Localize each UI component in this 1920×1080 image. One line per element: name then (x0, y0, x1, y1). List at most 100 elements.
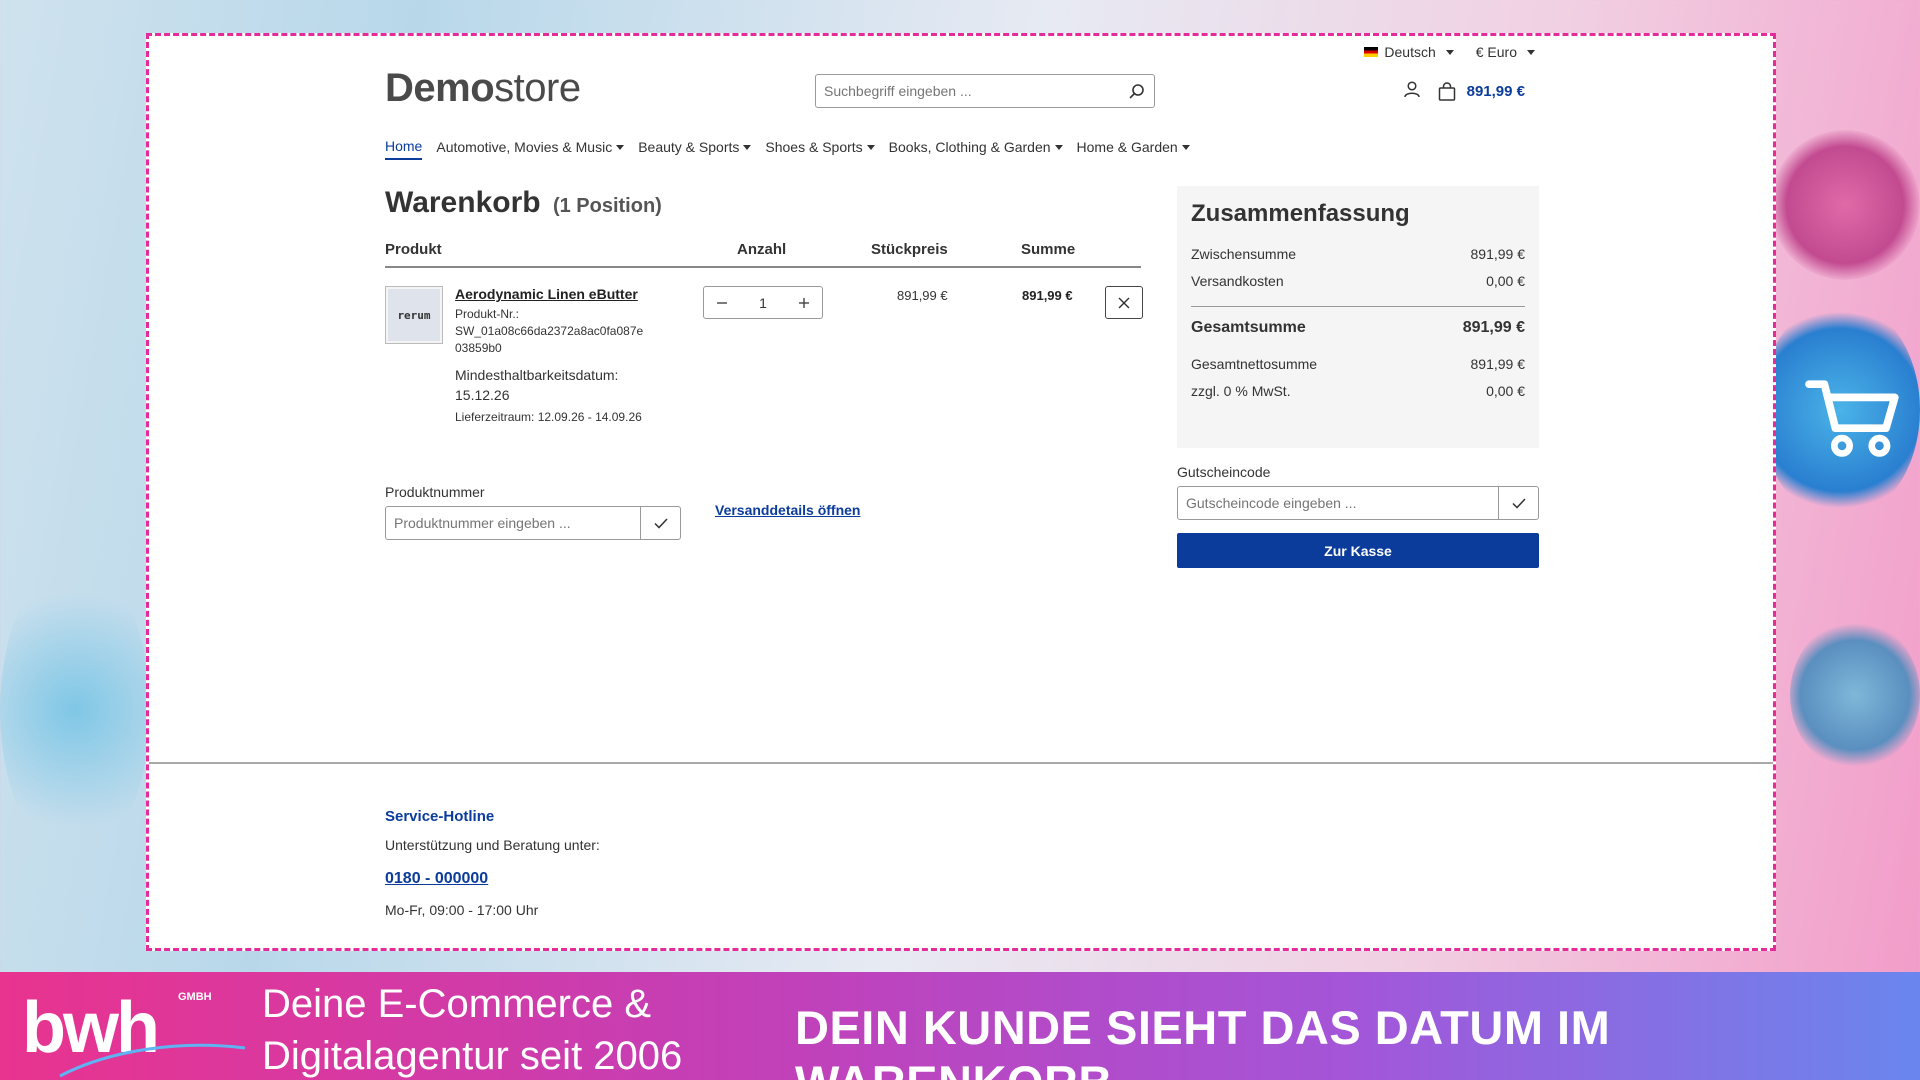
footer-opening-hours: Mo-Fr, 09:00 - 17:00 Uhr (385, 902, 539, 918)
search-bar (815, 74, 1155, 108)
decrease-quantity-button[interactable] (704, 287, 740, 318)
chevron-down-icon (1445, 49, 1454, 55)
banner-headline: DEIN KUNDE SIEHT DAS DATUM IM WARENKORB (795, 1001, 1611, 1080)
close-icon (1118, 297, 1130, 308)
summary-value: 891,99 € (1470, 246, 1526, 262)
summary-value: 891,99 € (1462, 319, 1525, 336)
chevron-down-icon (1054, 144, 1063, 150)
account-icon[interactable] (1403, 80, 1421, 103)
summary-value: 891,99 € (1470, 356, 1526, 372)
quantity-stepper: 1 (703, 286, 823, 319)
cart-position-count: (1 Position) (552, 195, 662, 217)
nav-label: Beauty & Sports (638, 139, 740, 155)
best-before-block: Mindesthaltbarkeitsdatum: 15.12.26 (455, 365, 655, 405)
product-number-line1: SW_01a08c66da2372a8ac0fa087e (455, 324, 644, 338)
tagline-line-2: Digitalagentur seit 2006 (262, 1034, 683, 1078)
product-number-label: Produkt-Nr.: (455, 307, 520, 321)
thumbnail-label: rerum (388, 289, 440, 341)
quantity-value[interactable]: 1 (759, 295, 767, 311)
product-name-link[interactable]: Aerodynamic Linen eButter (455, 286, 655, 303)
promo-banner: bwh GMBH Deine E-Commerce & Digitalagent… (0, 972, 1920, 1080)
language-selector[interactable]: Deutsch (1364, 44, 1454, 60)
nav-item-shoes-sports[interactable]: Shoes & Sports (765, 138, 875, 160)
product-info: Aerodynamic Linen eButter Produkt-Nr.: S… (455, 286, 655, 426)
remove-item-button[interactable] (1105, 286, 1143, 319)
background-decoration (0, 560, 150, 860)
best-before-date: 15.12.26 (455, 387, 510, 403)
tagline-line-1: Deine E-Commerce & (262, 982, 652, 1026)
shopping-cart-decoration-icon (1805, 380, 1899, 457)
shop-page-frame: Deutsch € Euro Demostore Suchbegriff ein… (146, 33, 1776, 951)
nav-item-automotive-movies-music[interactable]: Automotive, Movies & Music (436, 138, 625, 160)
nav-label: Home & Garden (1076, 139, 1178, 155)
summary-row-total: Gesamtsumme 891,99 € (1191, 319, 1525, 356)
apply-voucher-button[interactable] (1498, 487, 1538, 519)
chevron-down-icon (1527, 49, 1535, 55)
summary-divider (1191, 306, 1525, 307)
page-title: Warenkorb (1 Position) (385, 186, 662, 220)
summary-value: 0,00 € (1486, 383, 1525, 399)
header-cart-total: 891,99 € (1466, 83, 1525, 100)
german-flag-icon (1364, 47, 1379, 57)
summary-row-shipping: Versandkosten 0,00 € (1191, 273, 1525, 300)
currency-label: € Euro (1475, 44, 1517, 60)
summary-row-subtotal: Zwischensumme 891,99 € (1191, 246, 1525, 273)
chevron-down-icon (1181, 144, 1190, 150)
summary-label: Gesamtnettosumme (1191, 356, 1318, 372)
main-navigation: Home Automotive, Movies & Music Beauty &… (385, 138, 1190, 160)
checkout-button[interactable]: Zur Kasse (1177, 533, 1539, 568)
shipping-details-link[interactable]: Versanddetails öffnen (715, 502, 860, 518)
cart-line-item: rerum Aerodynamic Linen eButter Produkt-… (385, 286, 1143, 436)
unit-price: 891,99 € (897, 288, 948, 303)
summary-value: 0,00 € (1486, 273, 1525, 289)
search-input[interactable] (816, 75, 1120, 107)
shopping-bag-icon (1438, 81, 1455, 101)
summary-label: Zwischensumme (1191, 246, 1297, 262)
chevron-down-icon (743, 144, 752, 150)
footer-hotline-title: Service-Hotline (385, 808, 495, 825)
nav-label: Automotive, Movies & Music (436, 139, 613, 155)
header-actions: 891,99 € (1403, 80, 1525, 103)
voucher-input[interactable] (1178, 487, 1498, 519)
order-summary: Zusammenfassung Zwischensumme 891,99 € V… (1177, 186, 1539, 448)
logo-bold-part: Demo (385, 66, 495, 110)
voucher-field-label: Gutscheincode (1177, 464, 1271, 480)
cart-title-text: Warenkorb (385, 186, 541, 219)
chevron-down-icon (616, 144, 625, 150)
logo-lettering: bwh (22, 988, 157, 1068)
best-before-label: Mindesthaltbarkeitsdatum: (455, 367, 619, 383)
voucher-form (1177, 486, 1539, 520)
agency-logo: bwh GMBH (22, 988, 246, 1078)
summary-row-tax: zzgl. 0 % MwSt. 0,00 € (1191, 383, 1525, 410)
checkmark-icon (653, 518, 668, 529)
product-number-field-label: Produktnummer (385, 484, 485, 500)
cart-button[interactable]: 891,99 € (1437, 81, 1525, 102)
summary-title: Zusammenfassung (1191, 200, 1410, 227)
increase-quantity-button[interactable] (786, 287, 822, 318)
background-decoration (1770, 130, 1920, 280)
banner-tagline: Deine E-Commerce & Digitalagentur seit 2… (262, 978, 682, 1080)
search-icon[interactable] (1120, 75, 1154, 107)
store-logo[interactable]: Demostore (385, 66, 581, 111)
column-header-quantity: Anzahl (737, 241, 787, 258)
nav-item-home[interactable]: Home (385, 138, 423, 160)
nav-label: Home (385, 138, 423, 154)
footer-divider (149, 762, 1773, 764)
chevron-down-icon (866, 144, 875, 150)
language-label: Deutsch (1384, 44, 1436, 60)
currency-selector[interactable]: € Euro (1476, 44, 1535, 60)
footer-support-text: Unterstützung und Beratung unter: (385, 837, 600, 853)
delivery-period: Lieferzeitraum: 12.09.26 - 14.09.26 (455, 410, 642, 424)
product-thumbnail[interactable]: rerum (385, 286, 443, 344)
footer-phone-link[interactable]: 0180 - 000000 (385, 870, 488, 888)
product-number-input[interactable] (386, 507, 640, 539)
nav-item-home-garden[interactable]: Home & Garden (1077, 138, 1190, 160)
column-header-product: Produkt (385, 241, 442, 258)
line-total: 891,99 € (1022, 288, 1073, 303)
nav-item-books-clothing-garden[interactable]: Books, Clothing & Garden (889, 138, 1063, 160)
checkmark-icon (1511, 498, 1526, 509)
nav-item-beauty-sports[interactable]: Beauty & Sports (638, 138, 752, 160)
summary-row-net: Gesamtnettosumme 891,99 € (1191, 356, 1525, 383)
minus-icon (717, 301, 727, 304)
add-product-button[interactable] (640, 507, 680, 539)
